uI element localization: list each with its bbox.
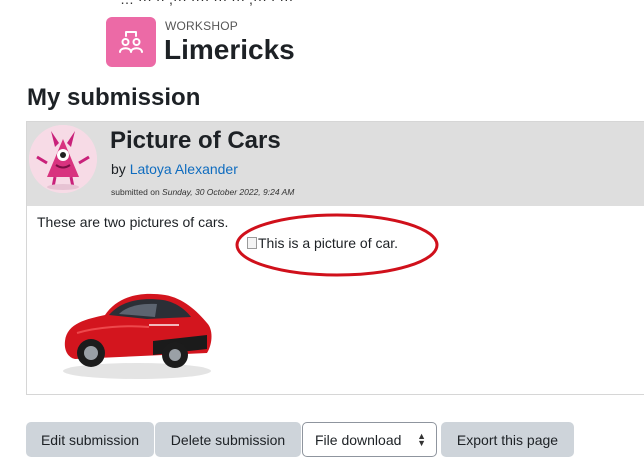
- export-format-select[interactable]: File download ▲ ▼: [302, 422, 437, 457]
- delete-submission-button[interactable]: Delete submission: [155, 422, 301, 457]
- avatar-monster-image: [29, 125, 97, 193]
- clipped-top-text: … ··· ·· ,··· ···· ··· ··· ,··· · ···: [120, 0, 293, 7]
- submission-title: Picture of Cars: [110, 127, 281, 154]
- red-annotation-ellipse: [235, 213, 439, 277]
- submission-header: Picture of Cars by Latoya Alexander subm…: [27, 122, 644, 206]
- edit-submission-button[interactable]: Edit submission: [26, 422, 154, 457]
- export-page-button[interactable]: Export this page: [441, 422, 574, 457]
- byline-prefix: by: [111, 161, 126, 177]
- author-avatar[interactable]: [29, 125, 97, 193]
- export-format-value: File download: [315, 431, 402, 448]
- submitted-prefix: submitted on: [111, 187, 160, 197]
- car-image: [63, 293, 212, 379]
- activity-kicker: WORKSHOP: [165, 19, 238, 33]
- workshop-icon-glyph: [119, 31, 143, 53]
- section-heading: My submission: [27, 84, 201, 111]
- submitted-on: submitted on Sunday, 30 October 2022, 9:…: [111, 187, 294, 197]
- workshop-icon: [106, 17, 156, 67]
- select-caret-icon: ▲ ▼: [417, 431, 426, 448]
- submitted-date: Sunday, 30 October 2022, 9:24 AM: [162, 187, 295, 197]
- submission-byline: by Latoya Alexander: [111, 161, 238, 177]
- author-link[interactable]: Latoya Alexander: [130, 161, 238, 177]
- activity-title: Limericks: [164, 34, 295, 65]
- submission-text: These are two pictures of cars.: [37, 214, 229, 230]
